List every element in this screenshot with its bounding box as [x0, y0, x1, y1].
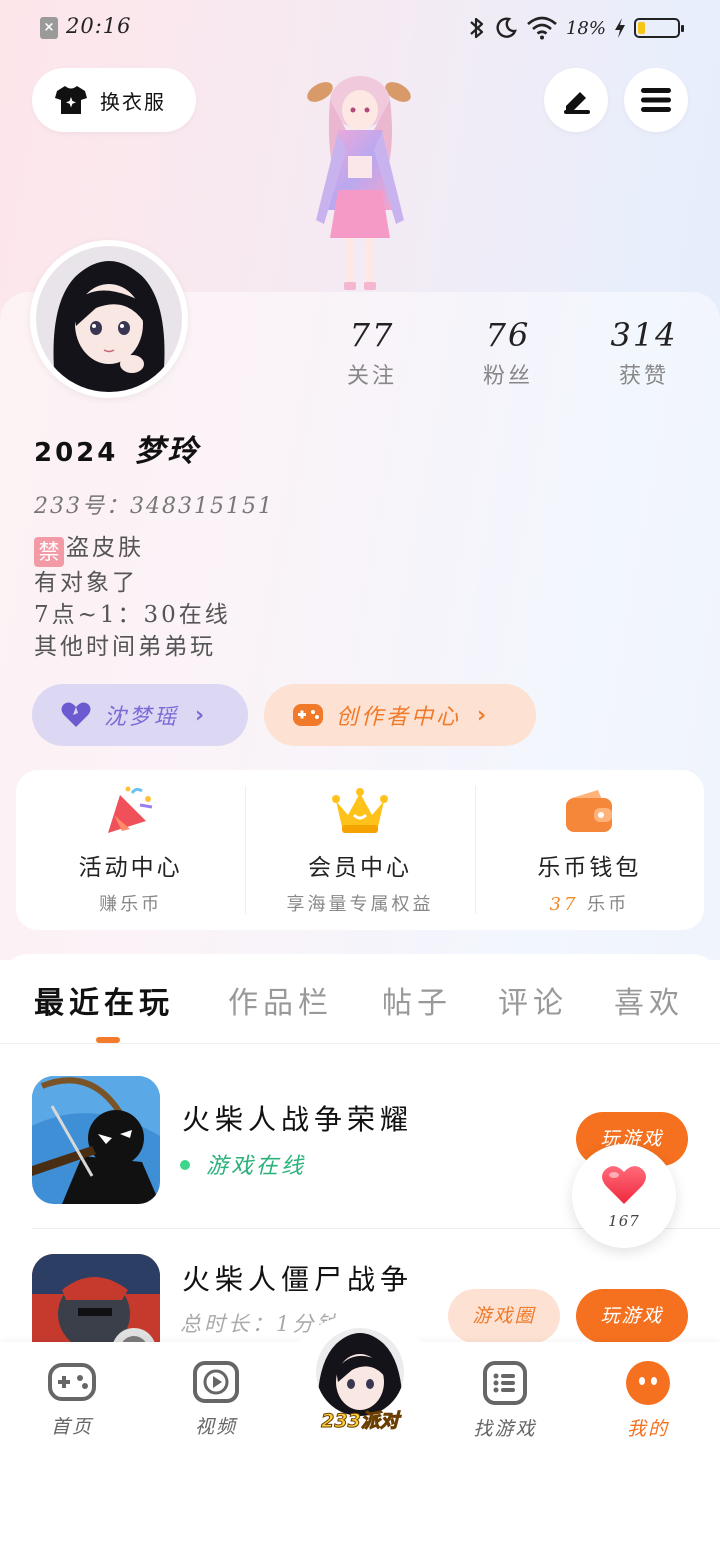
bio-line: 有对象了: [34, 570, 138, 596]
stickman-archer-icon: [32, 1076, 160, 1204]
coin-wallet-subtitle: 37 乐币: [475, 890, 704, 916]
tab-indicator: [96, 1037, 120, 1043]
coin-amount: 37: [549, 894, 579, 915]
activity-center-subtitle: 赚乐币: [99, 894, 163, 915]
bluetooth-icon: [470, 17, 484, 39]
moon-icon: [496, 17, 517, 38]
tab-works[interactable]: 作品栏: [228, 978, 333, 1022]
bio-line: 7点~1：30在线: [34, 602, 231, 628]
ban-badge: 禁: [34, 537, 64, 567]
user-bio: 禁盗皮肤 有对象了 7点~1：30在线 其他时间弟弟玩: [34, 532, 231, 663]
vip-center-title: 会员中心: [307, 855, 412, 881]
edit-profile-button[interactable]: [544, 68, 608, 132]
tshirt-icon: [55, 86, 87, 114]
bio-line: 其他时间弟弟玩: [34, 634, 216, 660]
coin-wallet-title: 乐币钱包: [537, 855, 642, 881]
tab-recent[interactable]: 最近在玩: [34, 978, 174, 1022]
guild-button[interactable]: 沈梦瑶 ›: [32, 684, 248, 746]
activity-center-title: 活动中心: [78, 855, 183, 881]
fans-count: 76: [485, 316, 531, 354]
wallet-icon: [566, 790, 613, 832]
pencil-icon: [564, 92, 590, 114]
notification-icon: ×: [40, 17, 58, 39]
fans-label: 粉丝: [482, 364, 533, 389]
bio-line: 盗皮肤: [66, 535, 144, 561]
nav-mine-label: 我的: [626, 1418, 669, 1440]
stat-following[interactable]: 77 关注: [312, 316, 432, 390]
guild-label: 沈梦瑶: [104, 705, 180, 730]
nav-party-label: 233派对: [321, 1410, 400, 1433]
likes-label: 获赞: [618, 364, 669, 389]
change-outfit-label: 换衣服: [100, 89, 166, 114]
creator-center-label: 创作者中心: [336, 705, 462, 730]
gamepad-icon: [48, 1363, 96, 1401]
menu-icon: [641, 88, 671, 112]
wifi-icon: [527, 16, 557, 40]
profile-face-icon: [626, 1361, 670, 1405]
nav-home[interactable]: 首页: [17, 1360, 127, 1439]
username-year: 2024: [34, 438, 119, 468]
nav-home-label: 首页: [50, 1416, 93, 1438]
menu-button[interactable]: [624, 68, 688, 132]
status-icons: 18%: [468, 14, 684, 42]
user-avatar[interactable]: [30, 240, 188, 398]
chevron-right-icon: ›: [195, 702, 205, 728]
coin-wallet[interactable]: 乐币钱包 37 乐币: [474, 770, 704, 930]
crown-icon: [331, 788, 388, 833]
favorite-count: 167: [608, 1212, 640, 1230]
battery-icon: [634, 18, 684, 38]
status-bar: × 20:16 18%: [0, 0, 720, 56]
play-game-button[interactable]: 玩游戏: [576, 1289, 688, 1343]
character-figure: [307, 76, 411, 290]
nav-video-label: 视频: [194, 1416, 237, 1438]
charging-icon: [615, 18, 625, 38]
party-popper-icon: [107, 786, 152, 833]
following-count: 77: [349, 316, 395, 354]
vip-center[interactable]: 会员中心 享海量专属权益: [245, 770, 474, 930]
activity-center[interactable]: 活动中心 赚乐币: [16, 770, 245, 930]
heart-hands-icon: [61, 702, 91, 727]
battery-fill: [638, 22, 645, 34]
stat-likes[interactable]: 314 获赞: [584, 316, 704, 390]
following-label: 关注: [346, 364, 397, 389]
nav-find-games-label: 找游戏: [473, 1418, 537, 1440]
nav-mine[interactable]: 我的: [593, 1360, 703, 1441]
likes-count: 314: [610, 316, 678, 354]
feature-card: 活动中心 赚乐币 会员中心 享海量专属权益 乐币钱包 37 乐币: [16, 770, 704, 930]
tab-posts[interactable]: 帖子: [382, 978, 452, 1022]
game-name: 火柴人战争荣耀: [182, 1103, 414, 1136]
stat-fans[interactable]: 76 粉丝: [448, 316, 568, 390]
nav-find-games[interactable]: 找游戏: [450, 1360, 560, 1441]
game-name: 火柴人僵尸战争: [182, 1263, 414, 1296]
avatar-image: [36, 246, 182, 392]
username: 2024 梦玲: [34, 426, 200, 470]
profile-tabs: 最近在玩 作品栏 帖子 评论 喜欢: [0, 970, 720, 1044]
status-time: 20:16: [66, 14, 132, 38]
vip-center-subtitle: 享海量专属权益: [286, 894, 434, 915]
gamepad-icon: [293, 704, 323, 726]
game-icon: [32, 1076, 160, 1204]
heart-icon: [602, 1166, 646, 1204]
change-outfit-button[interactable]: 换衣服: [32, 68, 196, 132]
game-status-text: 游戏在线: [206, 1154, 307, 1179]
battery-percent: 18%: [565, 17, 606, 39]
game-circle-button[interactable]: 游戏圈: [448, 1289, 560, 1343]
user-id[interactable]: 233号：348315151: [34, 488, 274, 520]
play-video-icon: [193, 1361, 239, 1403]
coin-unit: 乐币: [587, 894, 630, 915]
tab-comments[interactable]: 评论: [498, 978, 568, 1022]
game-online-status: 游戏在线: [180, 1148, 306, 1180]
username-name: 梦玲: [134, 434, 201, 469]
tab-likes[interactable]: 喜欢: [614, 978, 684, 1022]
nav-video[interactable]: 视频: [161, 1360, 271, 1439]
online-dot-icon: [180, 1160, 190, 1170]
nav-party[interactable]: 233派对: [310, 1326, 410, 1433]
chevron-right-icon: ›: [477, 702, 487, 728]
list-icon: [483, 1361, 527, 1405]
creator-center-button[interactable]: 创作者中心 ›: [264, 684, 536, 746]
favorite-float-button[interactable]: 167: [572, 1144, 676, 1248]
